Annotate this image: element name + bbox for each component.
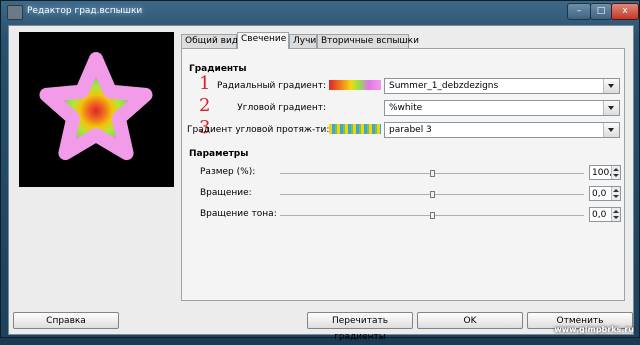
angular-gradient-preview[interactable] [329,102,381,112]
reread-gradients-button[interactable]: Перечитать градиенты [307,312,413,342]
title-bar[interactable]: Редактор град.вспышки – □ x [1,1,639,23]
gradient-flare-editor-window: Редактор град.вспышки – □ x Общий вид Св… [0,0,640,342]
rotation-value: 0,0 [592,189,607,199]
angular-size-gradient-preview[interactable] [329,124,381,134]
minimize-button[interactable]: – [567,3,591,20]
help-button[interactable]: Справка [13,312,119,329]
tab-general[interactable]: Общий вид [181,34,238,48]
watermark: www.gimpbrks.ru [554,325,634,334]
spin-up-icon [613,168,619,171]
tab-secondary-flares[interactable]: Вторичные вспышки [317,34,419,48]
angular-gradient-label: Угловой градиент: [237,103,326,113]
angular-size-gradient-dropdown-button[interactable] [603,123,619,137]
flare-preview [19,32,174,187]
radial-gradient-dropdown-button[interactable] [603,79,619,93]
chevron-down-icon [608,84,614,88]
rotation-spin-buttons[interactable] [611,187,620,200]
angular-size-gradient-label: Градиент угловой протяж-ти: [187,125,330,135]
radial-gradient-label: Радиальный градиент: [216,81,326,91]
chevron-down-icon [608,128,614,132]
spin-down-icon [613,195,619,198]
glow-panel: Градиенты 1 Радиальный градиент: Summer_… [181,48,625,301]
size-spinbox[interactable]: 100,0 [589,165,621,180]
angular-size-gradient-select[interactable]: parabel 3 [384,122,620,138]
rotation-label: Вращение: [200,188,252,198]
tab-glow[interactable]: Свечение [237,32,289,49]
maximize-button[interactable]: □ [590,3,612,20]
dialog-content: Общий вид Свечение Лучи Вторичные вспышк… [8,25,634,342]
hue-rotation-slider[interactable] [280,212,584,219]
hue-rotation-slider-handle[interactable] [430,212,435,219]
hue-rotation-spin-buttons[interactable] [611,208,620,221]
radial-gradient-value: Summer_1_debzdezigns [389,81,499,91]
size-slider-handle[interactable] [430,170,435,177]
ok-button[interactable]: OK [417,312,523,329]
gradients-heading: Градиенты [189,64,247,74]
chevron-down-icon [608,106,614,110]
parameters-heading: Параметры [189,149,249,159]
spin-up-icon [613,189,619,192]
radial-gradient-select[interactable]: Summer_1_debzdezigns [384,78,620,94]
hue-rotation-label: Вращение тона: [200,209,277,219]
size-slider[interactable] [280,170,584,177]
spin-down-icon [613,174,619,177]
spin-down-icon [613,216,619,219]
star-flare-image [39,52,153,161]
hue-rotation-spinbox[interactable]: 0,0 [589,207,621,222]
angular-gradient-dropdown-button[interactable] [603,101,619,115]
size-spin-buttons[interactable] [611,166,620,179]
tab-rays[interactable]: Лучи [289,34,317,48]
angular-gradient-value: %white [389,103,423,113]
spin-up-icon [613,210,619,213]
rotation-spinbox[interactable]: 0,0 [589,186,621,201]
settings-notebook: Общий вид Свечение Лучи Вторичные вспышк… [181,32,625,302]
radial-gradient-preview[interactable] [329,80,381,90]
close-button[interactable]: x [611,3,639,20]
window-title: Редактор град.вспышки [27,6,143,16]
rotation-slider[interactable] [280,191,584,198]
angular-size-gradient-value: parabel 3 [389,125,432,135]
size-label: Размер (%): [200,167,256,177]
rotation-slider-handle[interactable] [430,191,435,198]
angular-gradient-select[interactable]: %white [384,100,620,116]
hue-rotation-value: 0,0 [592,210,607,220]
app-icon [7,5,23,20]
